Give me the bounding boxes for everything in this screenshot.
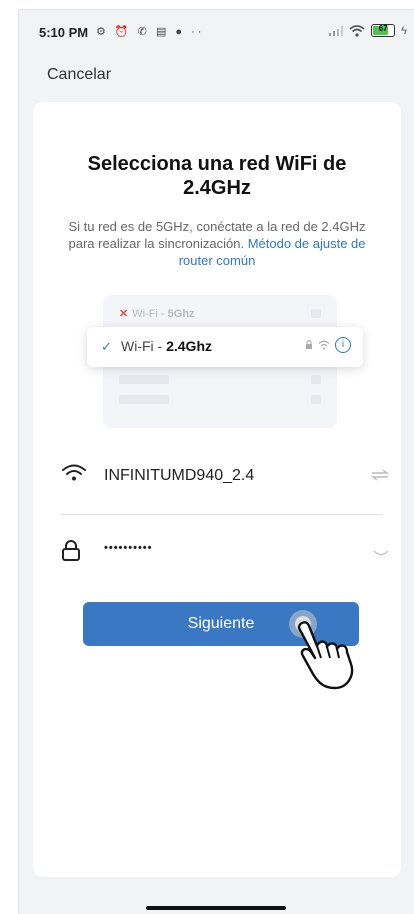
swap-icon[interactable] (371, 469, 389, 481)
wifi-5g-band: 5Ghz (167, 308, 195, 320)
notification-icons: ⚙ ⏰ ✆ ▤ ● ·· (96, 26, 205, 38)
home-indicator[interactable] (146, 906, 286, 910)
password-field[interactable]: •••••••••• (61, 534, 389, 574)
placeholder-block (311, 375, 321, 384)
wifi-5g-prefix: Wi-Fi - (132, 308, 168, 320)
signal-icon (329, 25, 344, 36)
placeholder-block (311, 395, 321, 404)
battery-icon: 67 (371, 24, 396, 37)
divider (61, 514, 383, 515)
info-icon: i (335, 337, 351, 353)
wifi-24g-prefix: Wi-Fi - (121, 338, 167, 354)
battery-level: 67 (378, 24, 388, 33)
eye-closed-icon[interactable] (373, 550, 389, 558)
network-icons: i (305, 337, 351, 353)
wifi-5g-row: ✕ Wi-Fi - 5Ghz (119, 307, 195, 320)
lock-icon (62, 540, 80, 561)
cross-icon: ✕ (119, 308, 129, 320)
wifi-24g-popup: ✓ Wi-Fi - 2.4Ghz i (87, 327, 363, 367)
check-icon: ✓ (101, 339, 112, 354)
wifi-status-icon (349, 24, 365, 37)
wifi-ssid-field[interactable]: INFINITUMD940_2.4 (61, 457, 389, 497)
lock-small-icon (306, 340, 312, 349)
placeholder-line (119, 375, 169, 384)
page-title: Selecciona una red WiFi de 2.4GHz (87, 153, 347, 199)
cancel-button[interactable]: Cancelar (47, 66, 111, 84)
status-bar: 5:10 PM ⚙ ⏰ ✆ ▤ ● ·· 67 ϟ (19, 10, 414, 54)
phone-screen: 5:10 PM ⚙ ⏰ ✆ ▤ ● ·· 67 ϟ Cancelar Selec… (18, 9, 414, 914)
placeholder-block (311, 309, 321, 318)
wifi-small-icon (318, 340, 330, 350)
system-icons: 67 ϟ (329, 24, 407, 37)
ssid-value[interactable]: INFINITUMD940_2.4 (104, 467, 254, 485)
wifi-24g-band: 2.4Ghz (166, 338, 212, 354)
wifi-24g-row: Wi-Fi - 2.4Ghz (121, 338, 212, 354)
placeholder-line (119, 395, 169, 404)
tap-hand-icon (289, 610, 354, 690)
description: Si tu red es de 5GHz, conéctate a la red… (63, 218, 371, 269)
charging-icon: ϟ (401, 24, 407, 37)
status-time: 5:10 PM (39, 25, 89, 40)
password-value[interactable]: •••••••••• (104, 542, 153, 554)
wifi-setup-card: Selecciona una red WiFi de 2.4GHz Si tu … (33, 102, 401, 877)
wifi-icon (62, 464, 86, 481)
